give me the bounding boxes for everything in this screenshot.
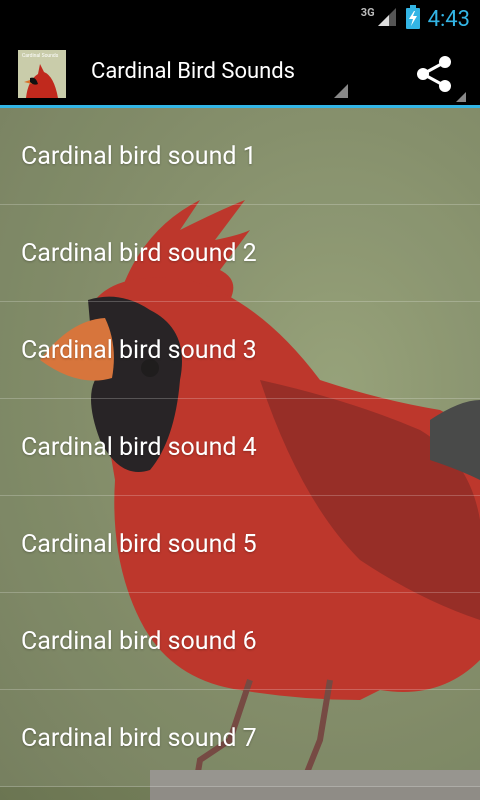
title-dropdown-indicator-icon <box>334 84 348 98</box>
list-item[interactable]: Cardinal bird sound 2 <box>0 205 480 302</box>
list-item-label: Cardinal bird sound 1 <box>21 142 257 171</box>
list-item-label: Cardinal bird sound 4 <box>21 433 257 462</box>
signal-icon <box>376 6 398 32</box>
network-type-label: 3G <box>360 5 375 19</box>
share-icon <box>417 56 451 92</box>
list-item[interactable]: Cardinal bird sound 3 <box>0 302 480 399</box>
list-item[interactable]: Cardinal bird sound 5 <box>0 496 480 593</box>
list-item[interactable]: Cardinal bird sound 6 <box>0 593 480 690</box>
app-icon-label: Cardinal Sounds <box>22 53 59 59</box>
list-item-label: Cardinal bird sound 5 <box>21 530 257 559</box>
status-bar: 3G 4:43 <box>0 0 480 38</box>
app-icon[interactable]: Cardinal Sounds <box>18 50 66 98</box>
list-item-label: Cardinal bird sound 6 <box>21 627 257 656</box>
list-item-label: Cardinal bird sound 7 <box>21 724 257 753</box>
overflow-indicator-icon <box>456 92 466 102</box>
share-button[interactable] <box>412 50 466 102</box>
list-item-label: Cardinal bird sound 3 <box>21 336 257 365</box>
list-item[interactable]: Cardinal bird sound 4 <box>0 399 480 496</box>
sound-list-area: Cardinal bird sound 1 Cardinal bird soun… <box>0 108 480 800</box>
list-item-label: Cardinal bird sound 2 <box>21 239 257 268</box>
list-item[interactable]: Cardinal bird sound 1 <box>0 108 480 205</box>
sound-list: Cardinal bird sound 1 Cardinal bird soun… <box>0 108 480 787</box>
battery-icon <box>405 5 420 33</box>
clock-time: 4:43 <box>427 6 470 32</box>
action-bar: Cardinal Sounds Cardinal Bird Sounds <box>0 38 480 108</box>
list-item[interactable]: Cardinal bird sound 7 <box>0 690 480 787</box>
page-title[interactable]: Cardinal Bird Sounds <box>91 59 295 84</box>
